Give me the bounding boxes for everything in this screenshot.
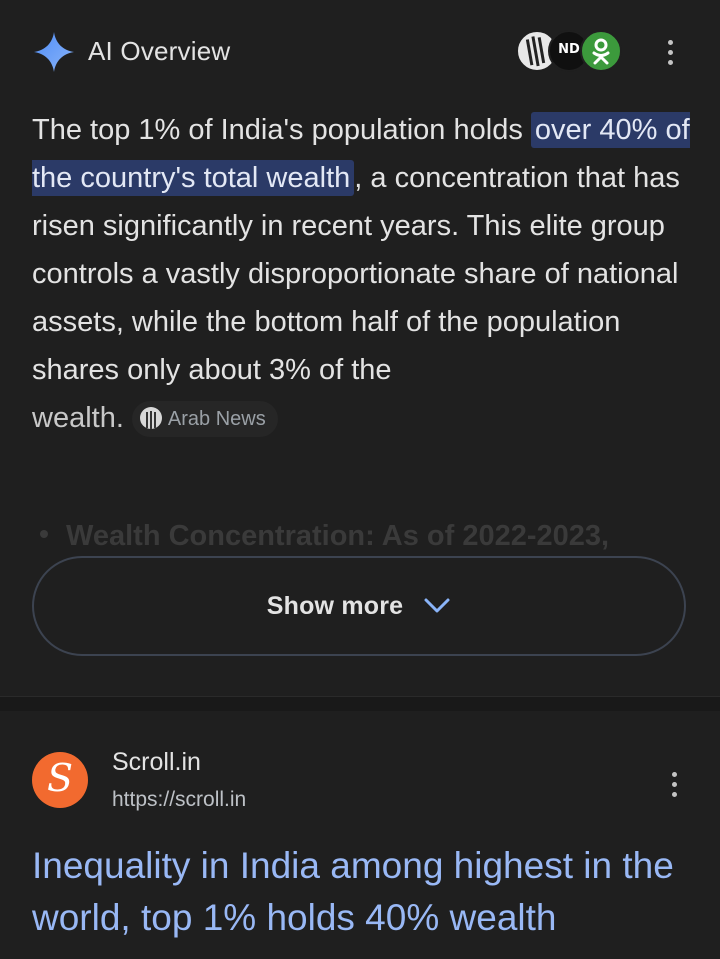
gemini-spark-icon bbox=[34, 32, 74, 72]
section-divider bbox=[0, 696, 720, 711]
source-chip-label: Arab News bbox=[167, 408, 266, 431]
ai-overview-title: AI Overview bbox=[88, 36, 231, 66]
arab-news-icon bbox=[139, 407, 162, 430]
search-results-page: AI Overview ND The top 1% of India's pop… bbox=[0, 0, 720, 959]
faded-bullet-text: Wealth Concentration: As of 2022-2023, bbox=[66, 520, 610, 552]
source-avatars[interactable]: ND bbox=[516, 30, 622, 72]
ai-overview-menu-icon[interactable] bbox=[665, 40, 675, 70]
overview-text-start: The top 1% of India's population holds bbox=[32, 114, 531, 146]
overview-text-last-word: wealth. bbox=[32, 402, 124, 434]
show-more-label: Show more bbox=[266, 591, 404, 620]
result-site-name[interactable]: Scroll.in bbox=[112, 748, 201, 777]
result-url[interactable]: https://scroll.in bbox=[112, 788, 246, 812]
show-more-button[interactable]: Show more bbox=[32, 556, 686, 656]
ai-overview-paragraph: The top 1% of India's population holds o… bbox=[32, 106, 692, 442]
result-title-link[interactable]: Inequality in India among highest in the… bbox=[32, 840, 702, 944]
source-chip[interactable]: Arab News bbox=[131, 401, 278, 438]
odnoklassniki-avatar bbox=[580, 30, 622, 72]
scroll-in-logo[interactable]: S bbox=[32, 752, 88, 808]
faded-bullet-preview: Wealth Concentration: As of 2022-2023, bbox=[32, 520, 712, 560]
result-menu-icon[interactable] bbox=[669, 772, 679, 802]
chevron-down-icon bbox=[424, 598, 450, 613]
bullet-dot bbox=[40, 530, 48, 539]
ai-overview-header: AI Overview ND bbox=[0, 18, 720, 82]
